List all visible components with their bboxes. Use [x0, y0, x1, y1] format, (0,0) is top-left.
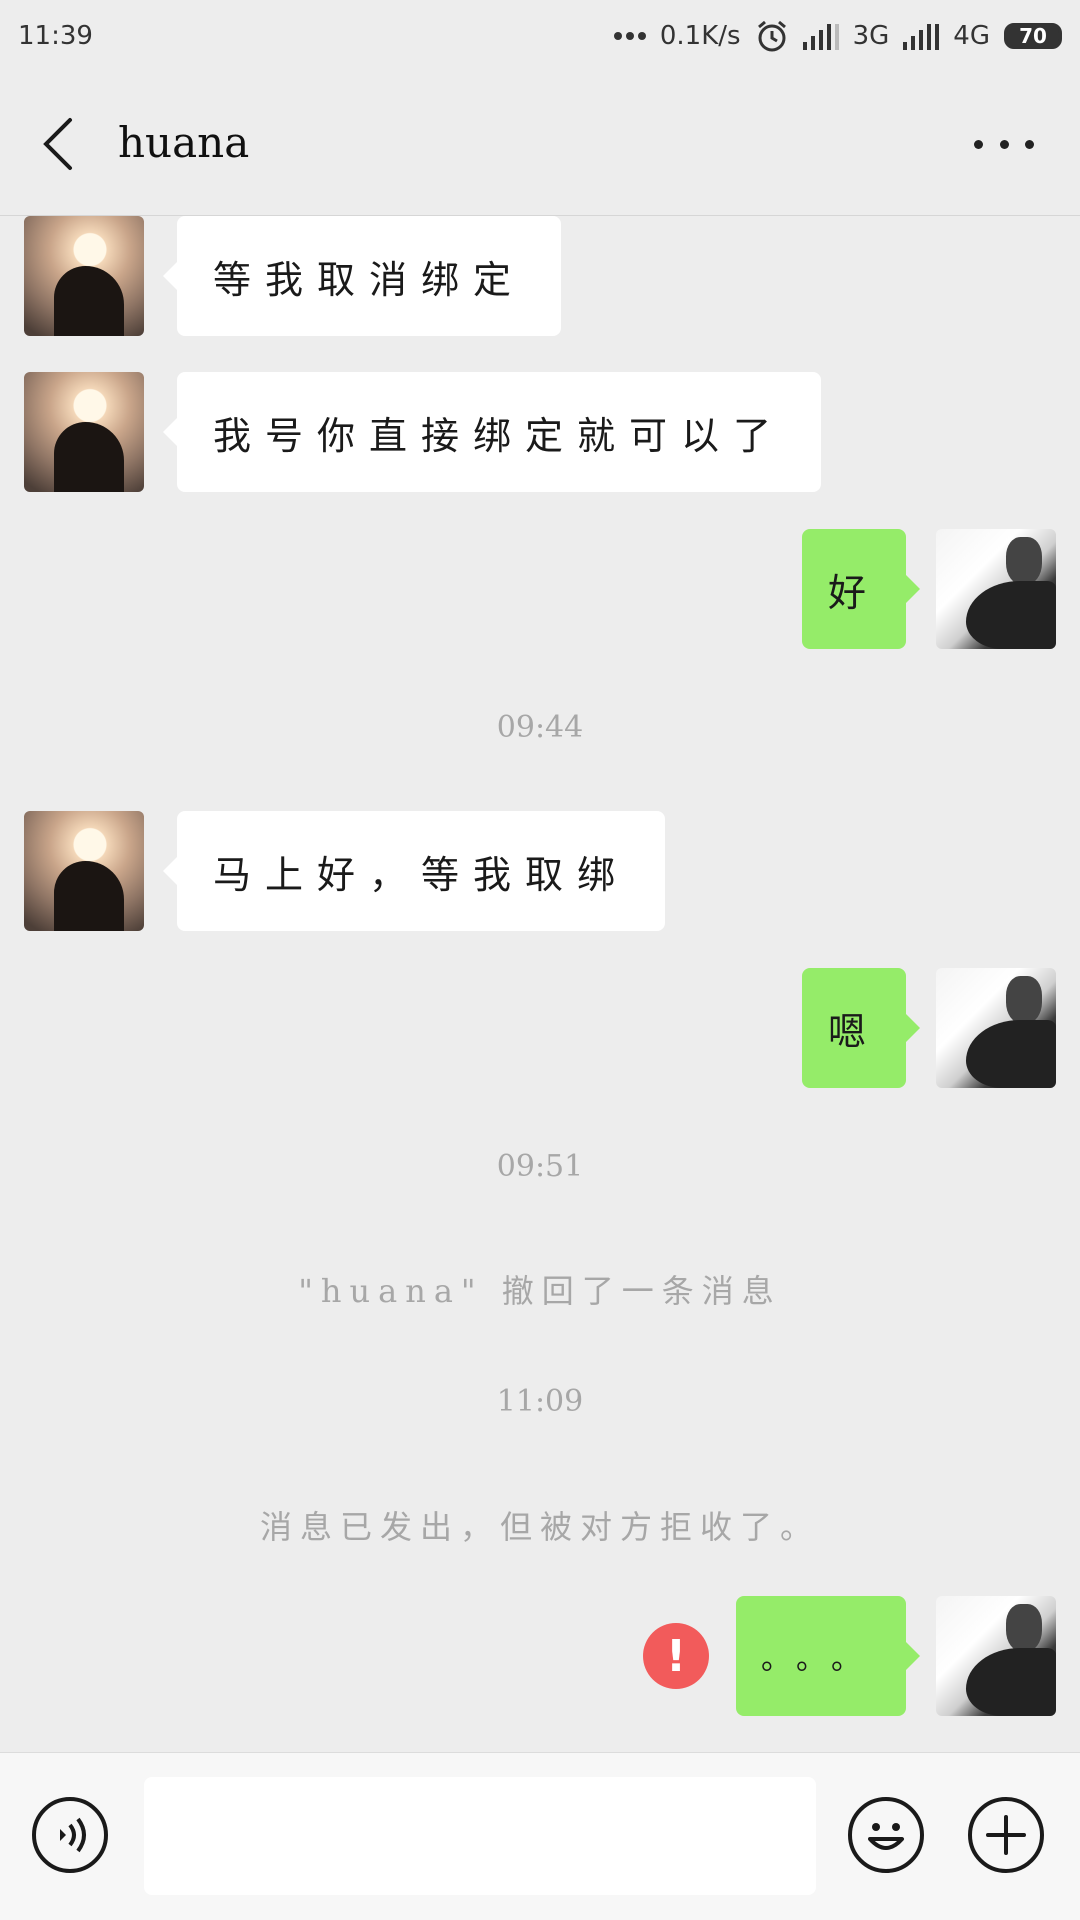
more-options-button[interactable]	[974, 132, 1034, 156]
chat-title: huana	[118, 118, 250, 167]
message-bubble-received[interactable]: 马上好，等我取绑	[162, 811, 666, 931]
input-bar	[0, 1752, 1080, 1920]
contact-avatar[interactable]	[24, 216, 144, 336]
emoji-button[interactable]	[848, 1797, 924, 1873]
plus-icon	[986, 1815, 1026, 1855]
user-avatar[interactable]	[936, 529, 1056, 649]
smiley-icon	[868, 1823, 904, 1850]
message-bubble-received[interactable]: 我号你直接绑定就可以了	[162, 372, 822, 492]
message-bubble-received[interactable]: 等我取消绑定	[162, 216, 562, 336]
chevron-left-icon	[43, 118, 72, 170]
voice-icon	[60, 1817, 86, 1853]
signal-icon	[802, 22, 839, 50]
dot	[974, 139, 983, 149]
dot	[999, 139, 1009, 149]
message-bubble-sent[interactable]: 。。。	[736, 1596, 920, 1716]
contact-avatar[interactable]	[24, 811, 144, 931]
signal-icon	[903, 22, 940, 50]
network-type-1: 3G	[852, 21, 890, 51]
network-type-2: 4G	[953, 21, 990, 51]
message-bubble-sent[interactable]: 好	[802, 529, 920, 649]
status-time: 11:39	[18, 21, 93, 51]
net-speed: 0.1K/s	[659, 21, 741, 51]
dot	[1025, 139, 1034, 149]
battery-icon: 70	[1004, 23, 1062, 49]
more-functions-button[interactable]	[968, 1797, 1044, 1873]
contact-avatar[interactable]	[24, 372, 144, 492]
message-list[interactable]: 等我取消绑定 我号你直接绑定就可以了 好 09:44 马上好，等我取绑 嗯 09…	[0, 216, 1080, 1752]
user-avatar[interactable]	[936, 968, 1056, 1088]
user-avatar[interactable]	[936, 1596, 1056, 1716]
message-bubble-sent[interactable]: 嗯	[802, 968, 920, 1088]
status-indicators: 0.1K/s 3G 4G 70	[613, 19, 1062, 53]
back-button[interactable]	[30, 112, 90, 176]
system-message-rejected: 消息已发出，但被对方拒收了。	[259, 1508, 820, 1546]
send-failed-icon[interactable]: !	[643, 1623, 709, 1689]
chat-header: huana	[0, 72, 1080, 216]
timestamp: 09:51	[496, 1149, 584, 1184]
message-input[interactable]	[144, 1777, 816, 1895]
timestamp: 11:09	[496, 1384, 584, 1419]
system-message-recall: "huana" 撤回了一条消息	[298, 1272, 782, 1310]
alarm-icon	[757, 20, 786, 52]
more-notifications-icon	[613, 32, 646, 40]
voice-input-button[interactable]	[32, 1797, 108, 1873]
timestamp: 09:44	[496, 710, 584, 745]
battery-level: 70	[1019, 24, 1047, 48]
status-bar: 11:39 0.1K/s 3G 4G 70	[0, 0, 1080, 72]
